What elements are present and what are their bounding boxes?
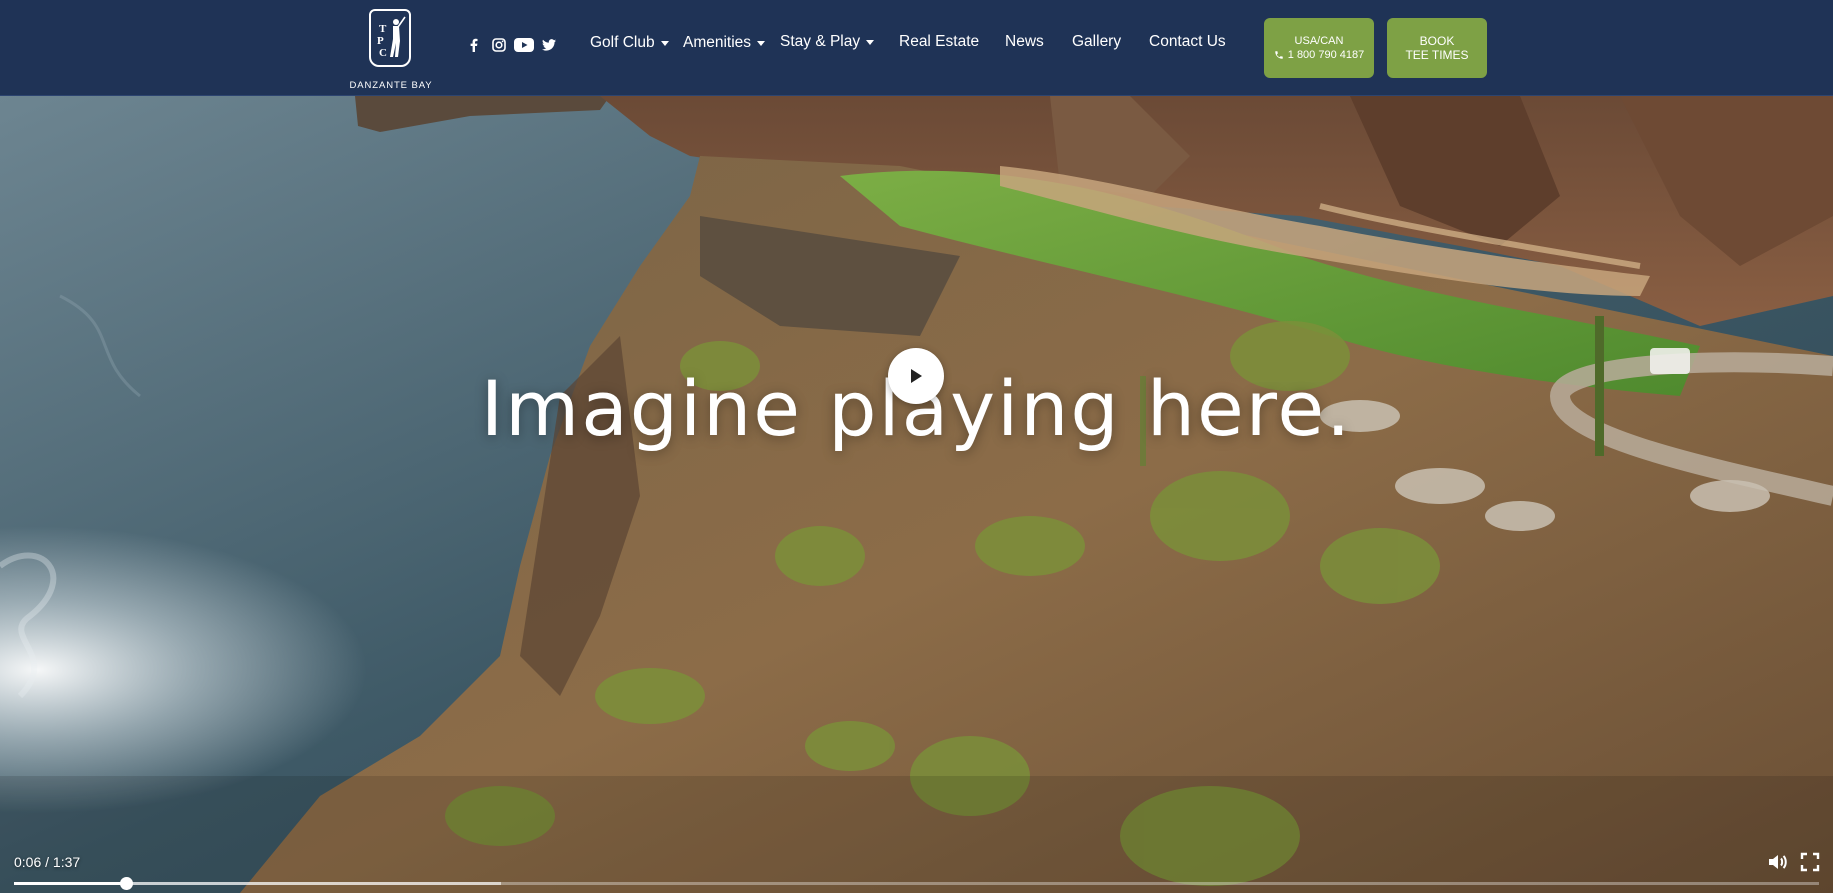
nav-amenities-label: Amenities (683, 34, 752, 51)
video-time-display: 0:06 / 1:37 (14, 854, 81, 870)
call-phone-button[interactable]: USA/CAN 1 800 790 4187 (1264, 18, 1374, 78)
book-line-1: BOOK (1419, 34, 1455, 48)
site-header: T P C DANZANTE BAY Golf Club Amenities S… (0, 0, 1833, 96)
fullscreen-icon[interactable] (1798, 850, 1822, 874)
chevron-down-icon (757, 40, 766, 46)
video-seek-bar[interactable] (14, 877, 1819, 890)
nav-golf-club-label: Golf Club (590, 34, 655, 51)
logo-mark-c: C (379, 47, 387, 59)
phone-number: 1 800 790 4187 (1287, 49, 1365, 61)
play-button[interactable] (888, 348, 944, 404)
brand-name: DANZANTE BAY (349, 80, 433, 91)
video-seek-handle[interactable] (119, 877, 133, 890)
nav-gallery[interactable]: Gallery (1072, 33, 1121, 51)
chevron-down-icon (866, 39, 875, 45)
nav-stay-play[interactable]: Stay & Play (780, 33, 875, 51)
tpc-logo-badge: T P C (369, 9, 411, 67)
play-icon (911, 369, 922, 383)
chevron-down-icon (660, 40, 669, 46)
hero-background-scene (0, 96, 1833, 893)
golfer-silhouette-icon: T P C (377, 16, 406, 59)
phone-line: 1 800 790 4187 (1274, 48, 1364, 62)
logo-mark-p: P (377, 35, 384, 47)
facebook-icon[interactable] (468, 36, 480, 54)
nav-gallery-label: Gallery (1072, 33, 1122, 50)
nav-stay-play-label: Stay & Play (780, 33, 861, 50)
nav-contact-us[interactable]: Contact Us (1149, 33, 1226, 51)
volume-icon[interactable] (1766, 850, 1790, 874)
nav-news-label: News (1005, 33, 1044, 50)
video-progress-bar (14, 882, 126, 885)
nav-amenities[interactable]: Amenities (683, 34, 766, 52)
nav-golf-club[interactable]: Golf Club (590, 34, 669, 52)
book-tee-times-button[interactable]: BOOK TEE TIMES (1387, 18, 1487, 78)
phone-icon (1275, 51, 1283, 59)
phone-region-label: USA/CAN (1294, 35, 1344, 47)
tpc-danzante-bay-logo[interactable]: T P C DANZANTE BAY (345, 9, 437, 93)
youtube-icon[interactable] (514, 36, 534, 54)
nav-contact-us-label: Contact Us (1149, 33, 1226, 50)
nav-real-estate-label: Real Estate (899, 33, 980, 50)
nav-news[interactable]: News (1005, 33, 1044, 51)
nav-real-estate[interactable]: Real Estate (899, 33, 979, 51)
logo-mark-t: T (379, 23, 387, 35)
book-line-2: TEE TIMES (1405, 48, 1469, 62)
instagram-icon[interactable] (491, 36, 507, 54)
twitter-icon[interactable] (541, 36, 557, 54)
hero-video[interactable]: Imagine playing here. 0:06 / 1:37 (0, 96, 1833, 893)
